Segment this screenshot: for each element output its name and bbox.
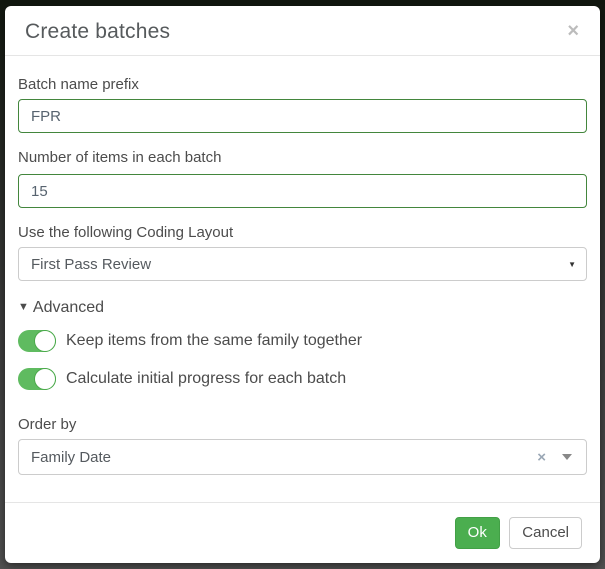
order-by-selected-value: Family Date <box>31 449 537 466</box>
keep-family-toggle[interactable] <box>18 330 56 352</box>
toggle-knob <box>34 330 56 352</box>
advanced-label: Advanced <box>33 299 104 316</box>
calc-progress-toggle[interactable] <box>18 368 56 390</box>
chevron-down-icon[interactable] <box>562 454 572 460</box>
batch-name-prefix-input[interactable] <box>18 99 587 133</box>
toggle-knob <box>34 368 56 390</box>
batch-name-prefix-label: Batch name prefix <box>18 77 587 93</box>
calc-progress-toggle-label: Calculate initial progress for each batc… <box>66 370 346 388</box>
order-by-select[interactable]: Family Date × <box>18 439 587 475</box>
modal-footer: Ok Cancel <box>5 502 600 563</box>
calc-progress-toggle-row: Calculate initial progress for each batc… <box>18 368 587 390</box>
clear-icon[interactable]: × <box>537 449 546 466</box>
order-by-label: Order by <box>18 417 587 433</box>
create-batches-modal: Create batches × Batch name prefix Numbe… <box>5 6 600 563</box>
caret-down-icon: ▼ <box>18 299 29 316</box>
chevron-down-icon: ▼ <box>568 260 576 269</box>
ok-button[interactable]: Ok <box>455 517 500 549</box>
coding-layout-select[interactable]: First Pass Review ▼ <box>18 247 587 281</box>
coding-layout-selected-value: First Pass Review <box>31 256 568 273</box>
keep-family-toggle-row: Keep items from the same family together <box>18 330 587 352</box>
advanced-section-toggle[interactable]: ▼ Advanced <box>18 299 587 316</box>
cancel-button[interactable]: Cancel <box>509 517 582 549</box>
keep-family-toggle-label: Keep items from the same family together <box>66 332 362 350</box>
items-per-batch-label: Number of items in each batch <box>18 150 587 166</box>
modal-body: Batch name prefix Number of items in eac… <box>5 56 600 475</box>
coding-layout-label: Use the following Coding Layout <box>18 225 587 241</box>
items-per-batch-input[interactable] <box>18 174 587 208</box>
close-icon[interactable]: × <box>567 21 579 41</box>
modal-title: Create batches <box>25 19 580 45</box>
modal-header: Create batches × <box>5 6 600 56</box>
